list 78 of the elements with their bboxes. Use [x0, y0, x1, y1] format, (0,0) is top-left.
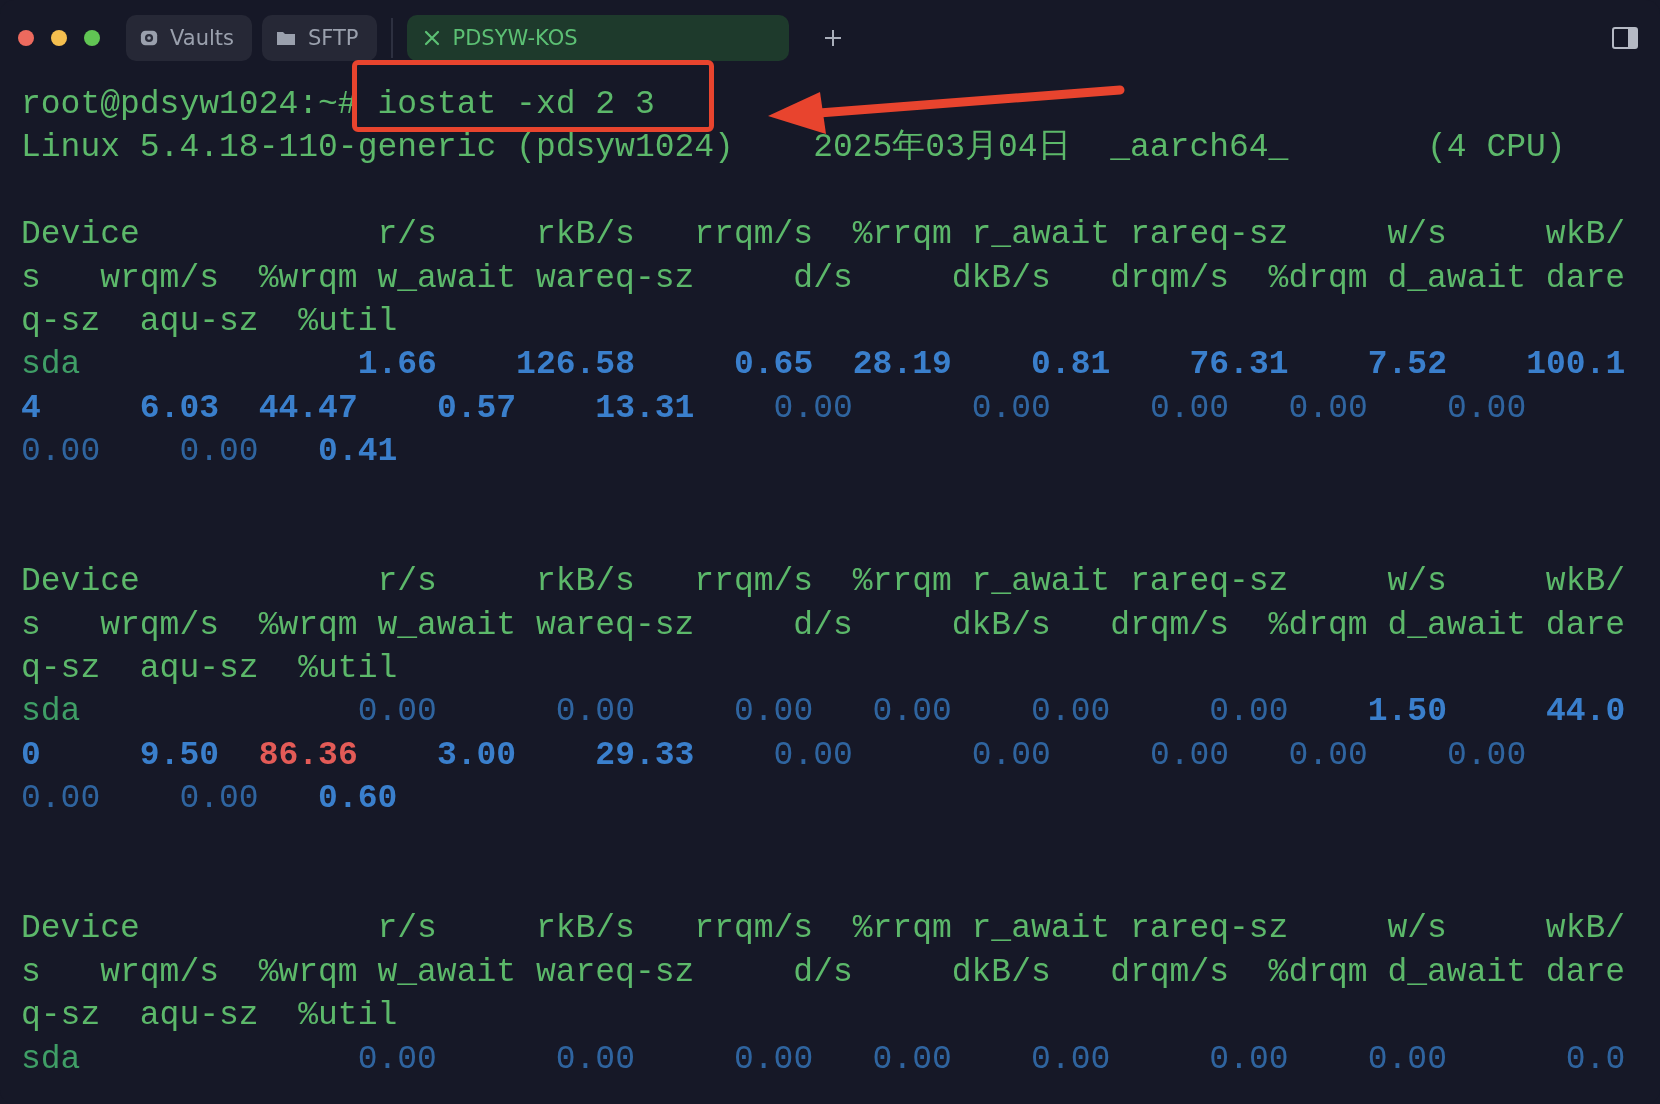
value-text: 7.52 [1367, 346, 1447, 384]
column-header-text: Device r/s rkB/s rrqm/s %rrqm r_await rareq-sz w/s wkB/ [21, 563, 1626, 601]
value-text: 3.00 [436, 736, 517, 774]
value-text: 0.57 [436, 389, 517, 427]
device-name: sda [21, 693, 81, 731]
device-name: sda [21, 1040, 81, 1078]
column-header-text: s wrqm/s %wrqm w_await wareq-sz d/s dkB/s drqm/s %drqm d_await dare [21, 953, 1626, 991]
value-text: 0.00 [21, 433, 101, 471]
value-text: 29.33 [595, 736, 695, 774]
command-text: iostat -xd 2 3 [377, 86, 655, 123]
cross-icon [422, 29, 441, 47]
value-text: 0.00 [21, 780, 101, 818]
value-text: 0.00 [733, 693, 814, 731]
value-text: 0.00 [971, 389, 1051, 427]
value-text: 0.60 [318, 780, 398, 818]
sidebar-toggle-icon[interactable] [1612, 27, 1638, 49]
value-text: 0.81 [1031, 346, 1111, 384]
value-text: 0.00 [1447, 389, 1527, 427]
device-name: sda [21, 346, 81, 384]
value-text: 0.0 [1565, 1040, 1626, 1078]
value-text: 0.00 [179, 780, 259, 818]
tab[interactable]: PDSYW-KOS [406, 15, 789, 61]
tab[interactable]: Vaults [126, 15, 252, 61]
value-text: 0.00 [971, 736, 1051, 774]
value-text: 0.00 [1288, 736, 1368, 774]
value-text: 0.00 [1031, 693, 1111, 731]
tab[interactable]: SFTP [262, 15, 377, 61]
value-text: 1.66 [357, 346, 437, 384]
value-text: 86.36 [258, 736, 358, 774]
value-text: 0.00 [357, 1040, 437, 1078]
value-text: 0.00 [555, 1040, 635, 1078]
column-header-text: s wrqm/s %wrqm w_await wareq-sz d/s dkB/s drqm/s %drqm d_await dare [21, 606, 1626, 644]
column-header-text: Device r/s rkB/s rrqm/s %rrqm r_await rareq-sz w/s wkB/ [21, 910, 1626, 948]
value-text: 126.58 [516, 346, 635, 384]
value-text: 13.31 [595, 389, 695, 427]
value-text: 0.00 [1367, 1040, 1447, 1078]
value-text: 0.00 [555, 693, 635, 731]
value-text: 0 [21, 736, 41, 774]
value-text: 4 [21, 389, 41, 427]
vault-icon [140, 28, 159, 48]
value-text: 0.00 [1149, 736, 1230, 774]
value-text: 0.65 [733, 346, 814, 384]
value-text: 0.00 [1209, 1040, 1289, 1078]
value-text: 44.47 [258, 389, 358, 427]
value-text: 0.00 [773, 736, 853, 774]
close-button[interactable] [18, 30, 34, 46]
value-text: 9.50 [139, 736, 220, 774]
output-text: (4 CPU) [1427, 129, 1566, 167]
value-text: 100.1 [1526, 346, 1626, 384]
output-text: Linux 5.4.18-110-generic (pdsyw1024) [21, 129, 734, 167]
output-text: _aarch64_ [1110, 129, 1289, 167]
value-text: 0.00 [1447, 736, 1527, 774]
column-header-text: s wrqm/s %wrqm w_await wareq-sz d/s dkB/s drqm/s %drqm d_await dare [21, 259, 1626, 297]
value-text: 0.00 [1209, 693, 1289, 731]
value-text: 0.00 [872, 693, 952, 731]
plus-icon[interactable] [822, 28, 843, 48]
value-text: 0.00 [872, 1040, 952, 1078]
value-text: 44.0 [1546, 693, 1626, 731]
column-header-text: q-sz aqu-sz %util [21, 650, 398, 688]
value-text: 0.00 [357, 693, 437, 731]
value-text: 0.00 [1149, 389, 1230, 427]
column-header-text: q-sz aqu-sz %util [21, 997, 398, 1035]
column-header-text: q-sz aqu-sz %util [21, 302, 398, 340]
value-text: 76.31 [1189, 346, 1289, 384]
value-text: 28.19 [852, 346, 952, 384]
value-text: 0.00 [773, 389, 853, 427]
output-text: 2025年03月04日 [813, 129, 1071, 167]
value-text: 0.00 [1288, 389, 1368, 427]
value-text: 0.41 [318, 433, 398, 471]
value-text: 0.00 [179, 433, 259, 471]
value-text: 0.00 [733, 1040, 814, 1078]
minimize-button[interactable] [51, 30, 67, 46]
value-text: 1.50 [1367, 693, 1447, 731]
zoom-button[interactable] [84, 30, 100, 46]
shell-prompt: root@pdsyw1024:~# [21, 86, 358, 123]
value-text: 6.03 [139, 389, 220, 427]
column-header-text: Device r/s rkB/s rrqm/s %rrqm r_await rareq-sz w/s wkB/ [21, 216, 1626, 254]
value-text: 0.00 [1031, 1040, 1111, 1078]
